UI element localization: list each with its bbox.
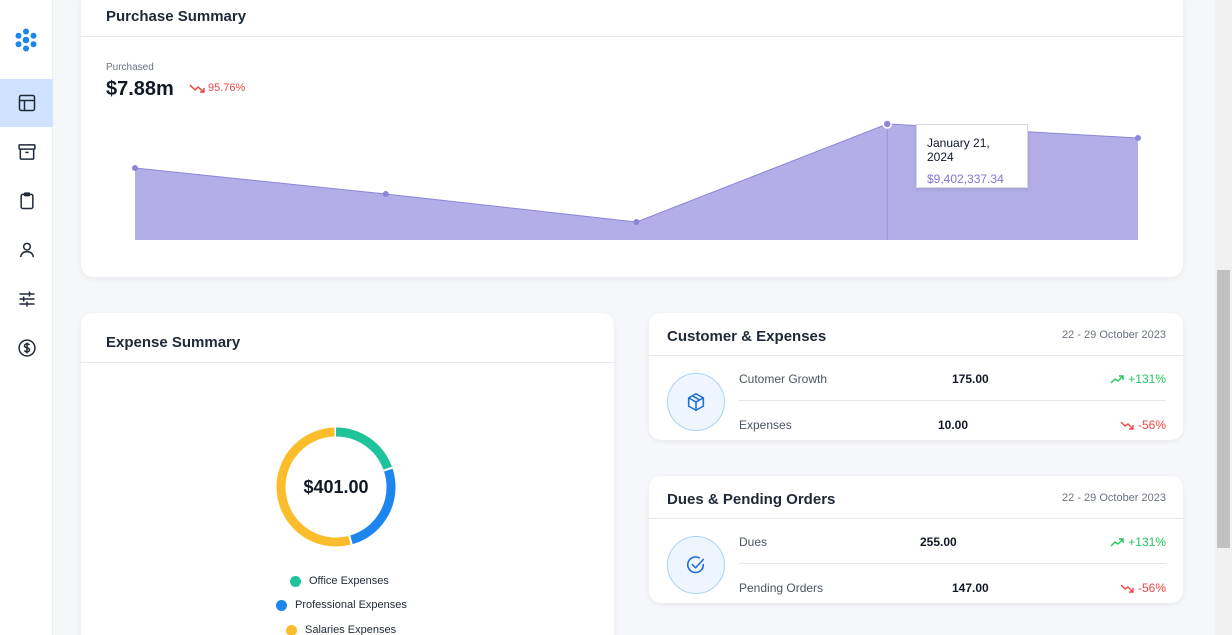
- change-value: +131%: [1128, 372, 1166, 386]
- chart-point[interactable]: [633, 219, 640, 225]
- row-divider: [739, 563, 1166, 564]
- customer-growth-change: +131%: [1110, 372, 1166, 386]
- trend-down-icon: [1120, 584, 1134, 593]
- legend-label: Office Expenses: [309, 575, 389, 587]
- archive-icon: [17, 144, 36, 160]
- user-icon: [19, 242, 34, 258]
- legend-dot: [286, 624, 297, 635]
- page-scrollbar[interactable]: [1215, 0, 1232, 635]
- chart-point[interactable]: [1135, 135, 1141, 141]
- sidebar: [0, 0, 53, 635]
- divider: [81, 362, 614, 363]
- trend-up-icon: [1110, 537, 1124, 546]
- trend-up-icon: [1110, 374, 1124, 383]
- dues-label: Dues: [739, 535, 768, 549]
- expense-summary-card: Expense Summary $401.00 Office Expenses …: [81, 313, 614, 635]
- chart-point[interactable]: [132, 165, 138, 171]
- divider: [649, 355, 1183, 356]
- sidebar-item-settings[interactable]: [0, 275, 53, 323]
- expenses-label: Expenses: [739, 418, 792, 432]
- period-label: 22 - 29 October 2023: [1062, 329, 1166, 341]
- chart-tooltip: January 21, 2024 $9,402,337.34: [916, 124, 1028, 188]
- change-value: -56%: [1137, 581, 1166, 595]
- change-value: +131%: [1128, 535, 1166, 549]
- clipboard-icon: [19, 192, 34, 210]
- legend-label: Professional Expenses: [295, 599, 407, 611]
- expense-total: $401.00: [303, 476, 369, 497]
- expenses-change: -56%: [1120, 418, 1166, 432]
- divider: [649, 518, 1183, 519]
- period-label: 22 - 29 October 2023: [1062, 492, 1166, 504]
- legend-dot: [276, 599, 287, 611]
- app-logo-icon[interactable]: [13, 27, 39, 53]
- change-value: -56%: [1137, 418, 1166, 432]
- customer-growth-value: 175.00: [952, 372, 989, 386]
- dues-pending-card: Dues & Pending Orders 22 - 29 October 20…: [649, 476, 1183, 603]
- layout-icon: [18, 94, 35, 112]
- row-divider: [739, 400, 1166, 401]
- legend-label: Salaries Expenses: [305, 624, 397, 635]
- sidebar-item-orders[interactable]: [0, 177, 53, 225]
- legend-dot: [290, 575, 301, 587]
- tooltip-value: $9,402,337.34: [927, 172, 1004, 186]
- check-circle-icon: [686, 556, 705, 574]
- pending-orders-value: 147.00: [952, 581, 989, 595]
- sidebar-item-users[interactable]: [0, 226, 53, 274]
- customer-expenses-card: Customer & Expenses 22 - 29 October 2023…: [649, 313, 1183, 440]
- dues-pending-title: Dues & Pending Orders: [667, 491, 836, 508]
- dues-icon-badge: [667, 536, 725, 594]
- pending-orders-label: Pending Orders: [739, 581, 824, 595]
- dues-value: 255.00: [920, 535, 957, 549]
- sidebar-item-archive[interactable]: [0, 128, 53, 176]
- legend-professional[interactable]: Professional Expenses: [276, 599, 407, 611]
- dollar-circle-icon: [17, 339, 36, 357]
- dues-change: +131%: [1110, 535, 1166, 549]
- scrollbar-thumb[interactable]: [1217, 270, 1230, 548]
- sidebar-item-finance[interactable]: [0, 324, 53, 372]
- legend-office[interactable]: Office Expenses: [290, 575, 389, 587]
- purchase-summary-card: Purchase Summary Purchased $7.88m 95.76%…: [81, 0, 1183, 277]
- pending-orders-change: -56%: [1120, 581, 1166, 595]
- expenses-value: 10.00: [938, 418, 969, 432]
- customer-growth-label: Cutomer Growth: [739, 372, 828, 386]
- customer-expenses-title: Customer & Expenses: [667, 328, 827, 345]
- chart-point[interactable]: [382, 191, 389, 197]
- trend-down-icon: [1120, 421, 1134, 430]
- tooltip-date: January 21, 2024: [927, 136, 990, 164]
- legend-salaries[interactable]: Salaries Expenses: [286, 624, 396, 635]
- box-icon: [687, 392, 705, 412]
- chart-point[interactable]: [882, 119, 892, 129]
- customer-icon-badge: [667, 373, 725, 431]
- sliders-icon: [19, 291, 34, 307]
- sidebar-item-dashboard[interactable]: [0, 79, 53, 127]
- expense-summary-title: Expense Summary: [106, 334, 241, 351]
